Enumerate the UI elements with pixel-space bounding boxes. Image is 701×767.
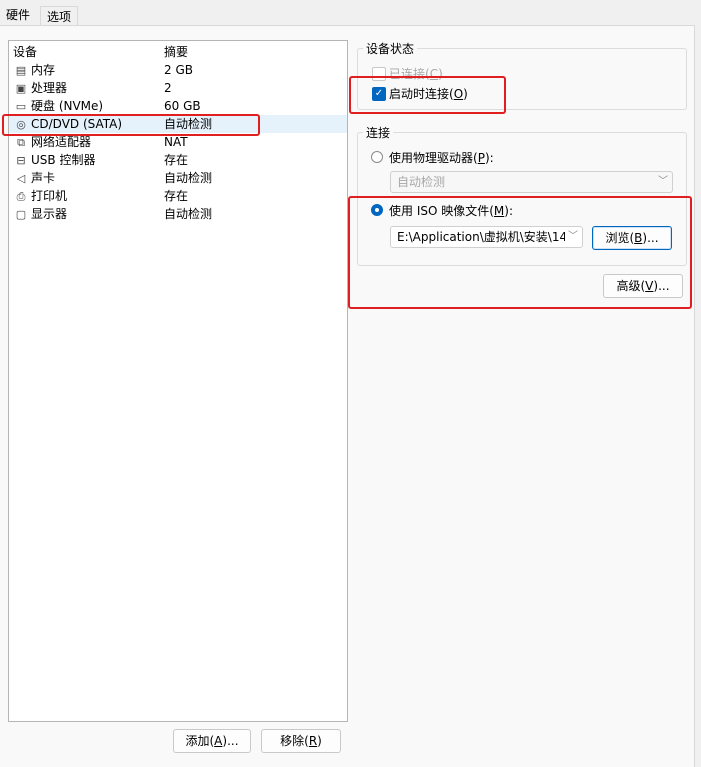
device-summary: 自动检测 [164, 207, 213, 221]
monitor-icon: ▢ [15, 208, 27, 221]
remove-button-label: 移除( [280, 734, 309, 748]
device-row-display[interactable]: ▢ 显示器 自动检测 [9, 205, 347, 223]
header-device: 设备 [13, 45, 38, 59]
cpu-icon: ▣ [15, 82, 27, 95]
annotation-box-iso-image [348, 196, 692, 309]
device-summary: 2 GB [164, 63, 193, 77]
device-row-printer[interactable]: ⎙ 打印机 存在 [9, 187, 347, 205]
physical-drive-select[interactable]: 自动检测 ﹀ [390, 171, 673, 193]
memory-icon: ▤ [15, 64, 27, 77]
physical-drive-radio[interactable] [371, 151, 383, 163]
header-summary: 摘要 [164, 45, 189, 59]
device-row-sound[interactable]: ◁ 声卡 自动检测 [9, 169, 347, 187]
device-name: 内存 [31, 63, 56, 77]
physical-drive-value: 自动检测 [397, 175, 446, 189]
device-name: 显示器 [31, 207, 68, 221]
network-icon: ⧉ [17, 136, 25, 149]
device-row-usb[interactable]: ⊟ USB 控制器 存在 [9, 151, 347, 169]
usb-icon: ⊟ [16, 154, 26, 167]
list-header: 设备 摘要 [9, 43, 347, 61]
remove-button-suffix: ) [317, 734, 322, 748]
device-summary: 存在 [164, 189, 189, 203]
speaker-icon: ◁ [16, 172, 26, 185]
device-row-memory[interactable]: ▤ 内存 2 GB [9, 61, 347, 79]
device-name: 硬盘 (NVMe) [31, 99, 104, 113]
physical-drive-label: 使用物理驱动器(P): [389, 149, 494, 166]
annotation-box-cd-dvd [2, 114, 260, 136]
device-list[interactable]: 设备 摘要 ▤ 内存 2 GB ▣ 处理器 2 ▭ 硬盘 (NVMe) 60 GB ◎… [8, 40, 348, 722]
add-button[interactable]: 添加(A)... [173, 729, 251, 753]
printer-icon: ⎙ [16, 190, 26, 203]
add-button-label: 添加( [185, 734, 215, 748]
device-summary: 60 GB [164, 99, 201, 113]
physical-drive-text: 使用物理驱动器( [389, 151, 478, 165]
device-name: 处理器 [31, 81, 68, 95]
device-row-cpu[interactable]: ▣ 处理器 2 [9, 79, 347, 97]
physical-drive-suffix: ): [484, 151, 494, 165]
device-row-disk[interactable]: ▭ 硬盘 (NVMe) 60 GB [9, 97, 347, 115]
device-name: 网络适配器 [31, 135, 92, 149]
device-summary: 存在 [164, 153, 189, 167]
tab-options[interactable]: 选项 [40, 6, 79, 27]
connection-title: 连接 [363, 124, 394, 141]
annotation-box-connect-at-power-on [349, 76, 506, 114]
chevron-down-icon: ﹀ [658, 176, 668, 187]
add-button-suffix: )... [222, 734, 239, 748]
device-summary: 2 [164, 81, 172, 95]
remove-button-key: R [308, 734, 318, 748]
device-summary: 自动检测 [164, 171, 213, 185]
device-status-title: 设备状态 [363, 40, 418, 57]
device-name: USB 控制器 [31, 153, 96, 167]
physical-drive-key: P [477, 151, 485, 165]
tab-hardware[interactable]: 硬件 [0, 4, 37, 26]
device-name: 打印机 [31, 189, 68, 203]
device-name: 声卡 [31, 171, 56, 185]
remove-button[interactable]: 移除(R) [261, 729, 341, 753]
